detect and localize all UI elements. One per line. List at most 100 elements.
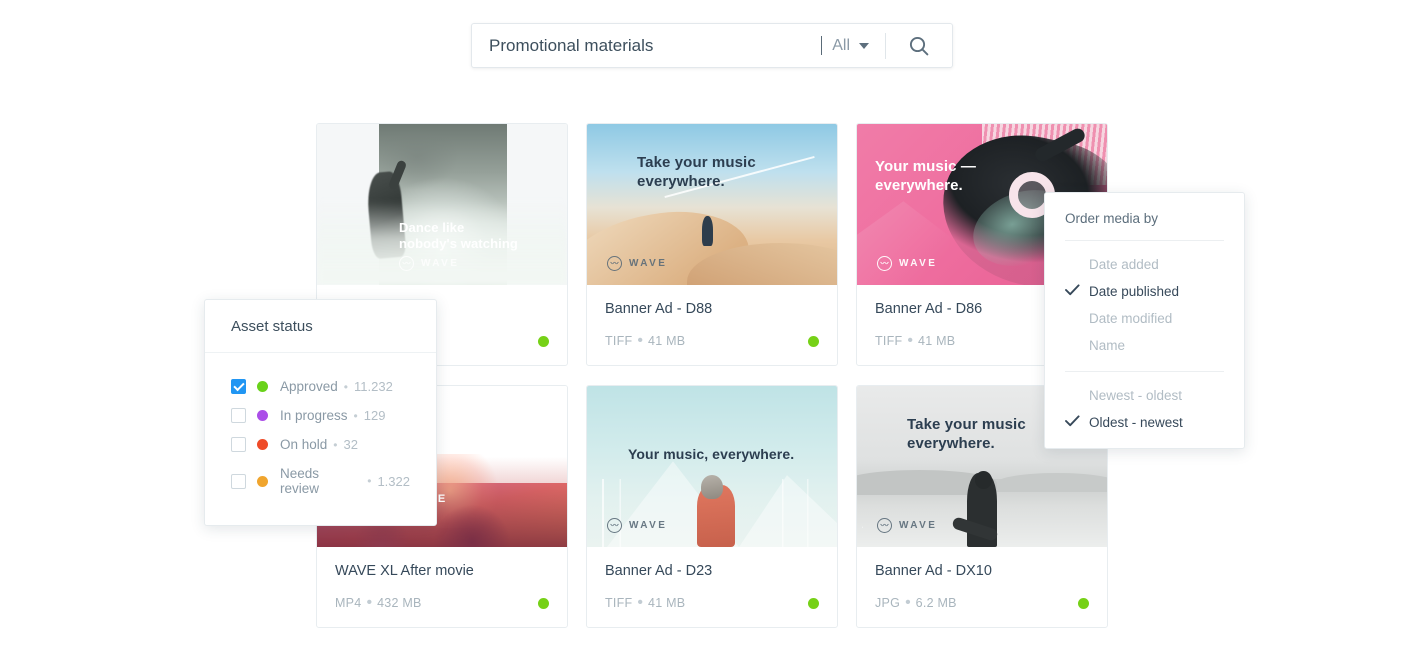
wave-logo-text: WAVE bbox=[629, 258, 668, 269]
wave-logo-text: WAVE bbox=[421, 258, 460, 269]
wave-logo: 〰 WAVE bbox=[607, 518, 667, 533]
order-option-label: Date added bbox=[1089, 257, 1159, 272]
search-button[interactable] bbox=[886, 24, 952, 67]
order-option[interactable]: Oldest - newest bbox=[1045, 409, 1244, 436]
order-option[interactable]: Date modified bbox=[1045, 305, 1244, 332]
asset-thumbnail[interactable]: Your music, everywhere. 〰 WAVE bbox=[587, 386, 837, 547]
thumbnail-headline: Your music, everywhere. bbox=[628, 446, 795, 462]
asset-meta: JPG • 6.2 MB bbox=[875, 594, 1089, 612]
order-option[interactable]: Name bbox=[1045, 332, 1244, 359]
wave-logo: 〰 WAVE bbox=[607, 256, 667, 271]
asset-format: TIFF bbox=[605, 334, 633, 348]
wave-logo: 〰 WAVE bbox=[877, 256, 937, 271]
asset-thumbnail[interactable]: Dance like nobody's watching 〰 WAVE bbox=[317, 124, 567, 285]
status-checkbox[interactable] bbox=[231, 379, 246, 394]
meta-separator: • bbox=[907, 332, 913, 349]
status-separator: • bbox=[367, 474, 372, 488]
asset-size: 41 MB bbox=[918, 334, 956, 348]
asset-status-dot bbox=[1078, 597, 1089, 609]
status-label: Approved bbox=[280, 379, 338, 394]
wave-logo-text: WAVE bbox=[629, 520, 668, 531]
asset-status-row[interactable]: Approved • 11.232 bbox=[205, 372, 436, 401]
asset-card-body: Banner Ad - D88 TIFF • 41 MB bbox=[587, 285, 837, 365]
status-count: 32 bbox=[343, 437, 358, 452]
asset-card-body: WAVE XL After movie MP4 • 432 MB bbox=[317, 547, 567, 627]
text-cursor bbox=[821, 36, 823, 55]
asset-status-list: Approved • 11.232 In progress • 129 On h… bbox=[205, 353, 436, 525]
order-option-label: Date modified bbox=[1089, 311, 1173, 326]
status-checkbox[interactable] bbox=[231, 473, 246, 489]
wave-logo: 〰 WAVE bbox=[877, 518, 937, 533]
asset-status-title: Asset status bbox=[205, 300, 436, 353]
meta-separator: • bbox=[637, 594, 643, 611]
meta-separator: • bbox=[366, 594, 373, 611]
asset-card[interactable]: Take your music everywhere. 〰 WAVE Banne… bbox=[586, 123, 838, 366]
wave-logo-text: WAVE bbox=[899, 520, 938, 531]
order-option[interactable]: Newest - oldest bbox=[1045, 382, 1244, 409]
asset-size: 432 MB bbox=[377, 596, 422, 610]
meta-separator: • bbox=[905, 594, 911, 611]
order-field-group: Date added Date published Date modified … bbox=[1045, 241, 1244, 371]
asset-format: TIFF bbox=[875, 334, 903, 348]
asset-size: 41 MB bbox=[648, 596, 686, 610]
order-option-label: Newest - oldest bbox=[1089, 388, 1183, 403]
search-input[interactable] bbox=[472, 24, 836, 67]
status-separator: • bbox=[333, 437, 338, 452]
status-count: 1.322 bbox=[377, 473, 410, 489]
status-count: 11.232 bbox=[354, 379, 393, 394]
check-icon bbox=[1065, 284, 1080, 296]
order-check-slot bbox=[1065, 415, 1080, 430]
asset-meta: TIFF • 41 MB bbox=[605, 594, 819, 612]
status-separator: • bbox=[343, 379, 348, 394]
status-color-dot bbox=[257, 439, 268, 450]
asset-status-dot bbox=[808, 335, 819, 347]
status-checkbox[interactable] bbox=[231, 437, 246, 452]
order-check-slot bbox=[1065, 284, 1080, 299]
asset-title: Banner Ad - D23 bbox=[605, 563, 713, 579]
asset-format: MP4 bbox=[335, 596, 362, 610]
asset-status-row[interactable]: In progress • 129 bbox=[205, 401, 436, 430]
order-option-label: Date published bbox=[1089, 284, 1180, 299]
search-bar[interactable]: All bbox=[471, 23, 953, 68]
asset-status-dot bbox=[808, 597, 819, 609]
asset-card-body: Banner Ad - DX10 JPG • 6.2 MB bbox=[857, 547, 1107, 627]
asset-status-row[interactable]: On hold • 32 bbox=[205, 430, 436, 459]
asset-format: JPG bbox=[875, 596, 901, 610]
order-media-panel: Order media by Date added Date published… bbox=[1044, 192, 1245, 449]
scope-dropdown[interactable]: All bbox=[826, 37, 885, 55]
wave-logo: 〰 WAVE bbox=[399, 256, 459, 271]
asset-size: 41 MB bbox=[648, 334, 686, 348]
status-label: In progress bbox=[280, 408, 348, 423]
search-icon bbox=[909, 36, 929, 55]
asset-status-dot bbox=[538, 335, 549, 347]
asset-status-row[interactable]: Needs review • 1.322 bbox=[205, 459, 436, 503]
thumbnail-headline: Take your music everywhere. bbox=[637, 154, 756, 190]
status-separator: • bbox=[353, 408, 358, 423]
asset-title: Banner Ad - D88 bbox=[605, 301, 713, 317]
wave-logo-text: WAVE bbox=[899, 258, 938, 269]
status-label: On hold bbox=[280, 437, 328, 452]
scope-label: All bbox=[832, 36, 850, 54]
status-checkbox[interactable] bbox=[231, 408, 246, 423]
asset-title: Banner Ad - DX10 bbox=[875, 563, 992, 579]
order-media-title: Order media by bbox=[1065, 211, 1159, 226]
status-color-dot bbox=[257, 475, 268, 487]
asset-card[interactable]: Your music, everywhere. 〰 WAVE Banner Ad… bbox=[586, 385, 838, 628]
order-option[interactable]: Date added bbox=[1045, 251, 1244, 278]
order-option[interactable]: Date published bbox=[1045, 278, 1244, 305]
meta-separator: • bbox=[637, 332, 643, 349]
order-option-label: Name bbox=[1089, 338, 1126, 353]
asset-status-dot bbox=[538, 597, 549, 609]
asset-title: WAVE XL After movie bbox=[335, 563, 474, 579]
asset-thumbnail[interactable]: Take your music everywhere. 〰 WAVE bbox=[587, 124, 837, 285]
thumbnail-headline: Take your music everywhere. bbox=[907, 416, 1026, 452]
order-option-label: Oldest - newest bbox=[1089, 415, 1183, 430]
thumbnail-headline: Your music — everywhere. bbox=[875, 158, 976, 194]
asset-size: 6.2 MB bbox=[915, 596, 957, 610]
check-icon bbox=[1065, 415, 1080, 427]
asset-meta: TIFF • 41 MB bbox=[605, 332, 819, 350]
chevron-down-icon bbox=[859, 42, 869, 49]
status-label: Needs review bbox=[280, 466, 320, 496]
status-color-dot bbox=[257, 381, 268, 392]
status-count: 129 bbox=[363, 408, 386, 423]
